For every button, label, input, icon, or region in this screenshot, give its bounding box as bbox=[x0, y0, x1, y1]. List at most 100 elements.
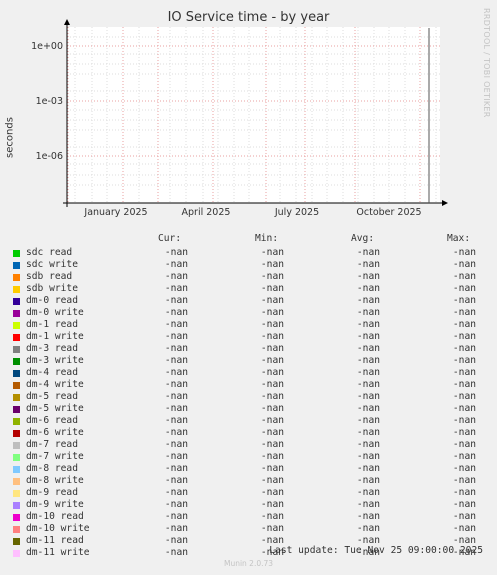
legend-series-name: dm-8 write bbox=[26, 475, 84, 486]
legend-series-name: dm-6 write bbox=[26, 427, 84, 438]
legend-row: dm-4 write -nan -nan -nan -nan bbox=[0, 379, 497, 391]
legend-value-cur: -nan bbox=[164, 259, 188, 270]
legend-value-min: -nan bbox=[260, 331, 284, 342]
legend-value-max: -nan bbox=[452, 271, 476, 282]
legend-value-avg: -nan bbox=[356, 427, 380, 438]
legend-row: dm-7 write -nan -nan -nan -nan bbox=[0, 451, 497, 463]
legend-value-max: -nan bbox=[452, 379, 476, 390]
x-tick-label-3: October 2025 bbox=[356, 207, 421, 218]
legend-value-cur: -nan bbox=[164, 307, 188, 318]
legend-value-avg: -nan bbox=[356, 379, 380, 390]
legend-series-name: dm-5 read bbox=[26, 391, 78, 402]
x-tick-label-0: January 2025 bbox=[83, 207, 147, 218]
legend-value-max: -nan bbox=[452, 391, 476, 402]
y-axis-arrow bbox=[64, 19, 70, 25]
legend-value-avg: -nan bbox=[356, 487, 380, 498]
legend-series-name: dm-10 write bbox=[26, 523, 90, 534]
legend-value-max: -nan bbox=[452, 307, 476, 318]
legend-value-min: -nan bbox=[260, 439, 284, 450]
legend-series-name: dm-0 read bbox=[26, 295, 78, 306]
legend-swatch bbox=[13, 418, 20, 425]
legend-value-cur: -nan bbox=[164, 343, 188, 354]
legend-value-cur: -nan bbox=[164, 319, 188, 330]
legend-series-name: dm-3 write bbox=[26, 355, 84, 366]
legend-value-avg: -nan bbox=[356, 307, 380, 318]
legend-value-avg: -nan bbox=[356, 271, 380, 282]
legend-value-avg: -nan bbox=[356, 439, 380, 450]
legend-series-name: dm-3 read bbox=[26, 343, 78, 354]
legend-series-name: dm-5 write bbox=[26, 403, 84, 414]
legend-row: dm-5 write -nan -nan -nan -nan bbox=[0, 403, 497, 415]
legend-series-name: sdb read bbox=[26, 271, 73, 282]
legend-value-avg: -nan bbox=[356, 403, 380, 414]
legend-value-cur: -nan bbox=[164, 439, 188, 450]
legend-swatch bbox=[13, 370, 20, 377]
legend-value-cur: -nan bbox=[164, 463, 188, 474]
legend-series-name: sdc write bbox=[26, 259, 78, 270]
legend-swatch bbox=[13, 478, 20, 485]
legend-row: dm-8 write -nan -nan -nan -nan bbox=[0, 475, 497, 487]
legend-header: Cur: Min: Avg: Max: bbox=[0, 233, 497, 245]
legend-value-max: -nan bbox=[452, 511, 476, 522]
legend-row: dm-3 write -nan -nan -nan -nan bbox=[0, 355, 497, 367]
legend-value-avg: -nan bbox=[356, 331, 380, 342]
legend-value-min: -nan bbox=[260, 415, 284, 426]
legend-value-max: -nan bbox=[452, 415, 476, 426]
legend-value-avg: -nan bbox=[356, 355, 380, 366]
legend-value-max: -nan bbox=[452, 487, 476, 498]
legend-value-cur: -nan bbox=[164, 451, 188, 462]
legend-series-name: dm-6 read bbox=[26, 415, 78, 426]
legend-series-name: sdb write bbox=[26, 283, 78, 294]
legend-series-name: dm-10 read bbox=[26, 511, 84, 522]
legend-row: dm-4 read -nan -nan -nan -nan bbox=[0, 367, 497, 379]
legend-value-cur: -nan bbox=[164, 475, 188, 486]
legend-value-avg: -nan bbox=[356, 247, 380, 258]
legend-value-min: -nan bbox=[260, 247, 284, 258]
legend-swatch bbox=[13, 394, 20, 401]
legend-value-min: -nan bbox=[260, 379, 284, 390]
legend-swatch bbox=[13, 442, 20, 449]
legend-value-cur: -nan bbox=[164, 427, 188, 438]
legend-value-min: -nan bbox=[260, 307, 284, 318]
legend-swatch bbox=[13, 310, 20, 317]
legend-series-name: dm-7 write bbox=[26, 451, 84, 462]
legend-value-max: -nan bbox=[452, 355, 476, 366]
legend-value-min: -nan bbox=[260, 391, 284, 402]
legend-value-max: -nan bbox=[452, 331, 476, 342]
legend-swatch bbox=[13, 526, 20, 533]
legend-value-cur: -nan bbox=[164, 295, 188, 306]
legend-value-cur: -nan bbox=[164, 271, 188, 282]
legend-series-name: dm-0 write bbox=[26, 307, 84, 318]
legend-swatch bbox=[13, 334, 20, 341]
legend-row: sdc read -nan -nan -nan -nan bbox=[0, 247, 497, 259]
legend-value-max: -nan bbox=[452, 247, 476, 258]
legend-swatch bbox=[13, 346, 20, 353]
legend-swatch bbox=[13, 502, 20, 509]
legend-value-avg: -nan bbox=[356, 415, 380, 426]
legend-swatch bbox=[13, 514, 20, 521]
legend-row: sdc write -nan -nan -nan -nan bbox=[0, 259, 497, 271]
legend-value-cur: -nan bbox=[164, 511, 188, 522]
legend-value-min: -nan bbox=[260, 475, 284, 486]
legend-col-max: Max: bbox=[447, 233, 471, 244]
legend-value-min: -nan bbox=[260, 355, 284, 366]
legend-value-min: -nan bbox=[260, 343, 284, 354]
legend-value-avg: -nan bbox=[356, 343, 380, 354]
legend-value-max: -nan bbox=[452, 451, 476, 462]
legend-value-avg: -nan bbox=[356, 499, 380, 510]
legend-value-cur: -nan bbox=[164, 331, 188, 342]
legend-col-avg: Avg: bbox=[351, 233, 375, 244]
legend-swatch bbox=[13, 406, 20, 413]
legend-value-cur: -nan bbox=[164, 391, 188, 402]
legend-value-avg: -nan bbox=[356, 259, 380, 270]
legend-row: dm-5 read -nan -nan -nan -nan bbox=[0, 391, 497, 403]
legend-value-max: -nan bbox=[452, 475, 476, 486]
legend-series-name: dm-1 write bbox=[26, 331, 84, 342]
legend-value-min: -nan bbox=[260, 367, 284, 378]
legend-row: dm-9 read -nan -nan -nan -nan bbox=[0, 487, 497, 499]
legend-row: dm-9 write -nan -nan -nan -nan bbox=[0, 499, 497, 511]
legend-value-avg: -nan bbox=[356, 475, 380, 486]
legend-series-name: dm-8 read bbox=[26, 463, 78, 474]
legend-row: dm-7 read -nan -nan -nan -nan bbox=[0, 439, 497, 451]
legend-value-min: -nan bbox=[260, 295, 284, 306]
